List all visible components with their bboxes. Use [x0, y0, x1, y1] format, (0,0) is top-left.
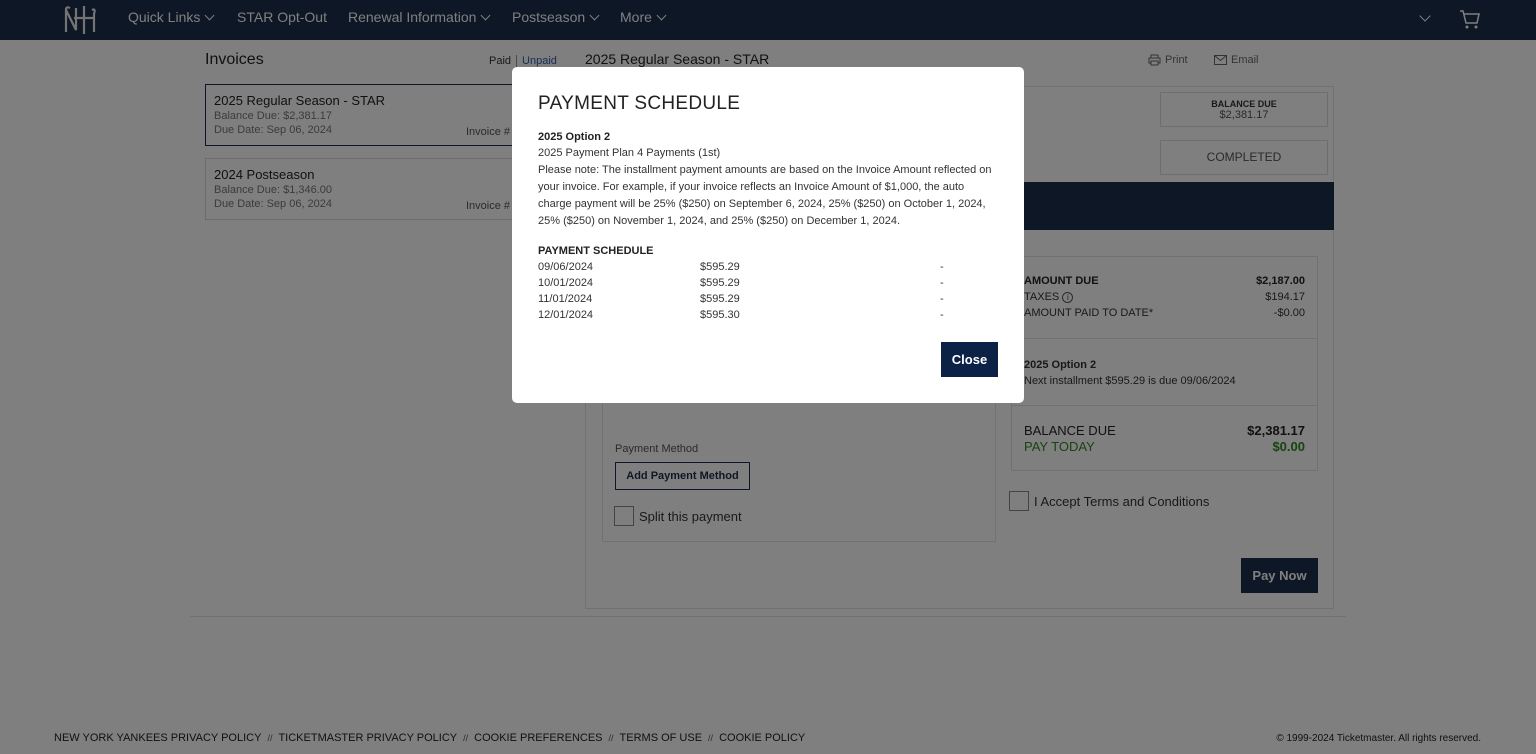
modal-plan-name: 2025 Payment Plan 4 Payments (1st) — [538, 147, 721, 159]
close-button[interactable]: Close — [941, 342, 998, 377]
modal-note: Please note: The installment payment amo… — [538, 164, 992, 227]
payment-schedule-modal: PAYMENT SCHEDULE 2025 Option 2 2025 Paym… — [512, 67, 1024, 403]
schedule-row: 10/01/2024 $595.29- — [538, 277, 944, 289]
modal-title: PAYMENT SCHEDULE — [538, 93, 741, 114]
schedule-row: 11/01/2024 $595.29- — [538, 293, 944, 305]
schedule-row: 09/06/2024 $595.29- — [538, 261, 944, 273]
modal-option-title: 2025 Option 2 — [538, 131, 611, 143]
schedule-title: PAYMENT SCHEDULE — [538, 245, 654, 257]
schedule-row: 12/01/2024 $595.30- — [538, 309, 944, 321]
